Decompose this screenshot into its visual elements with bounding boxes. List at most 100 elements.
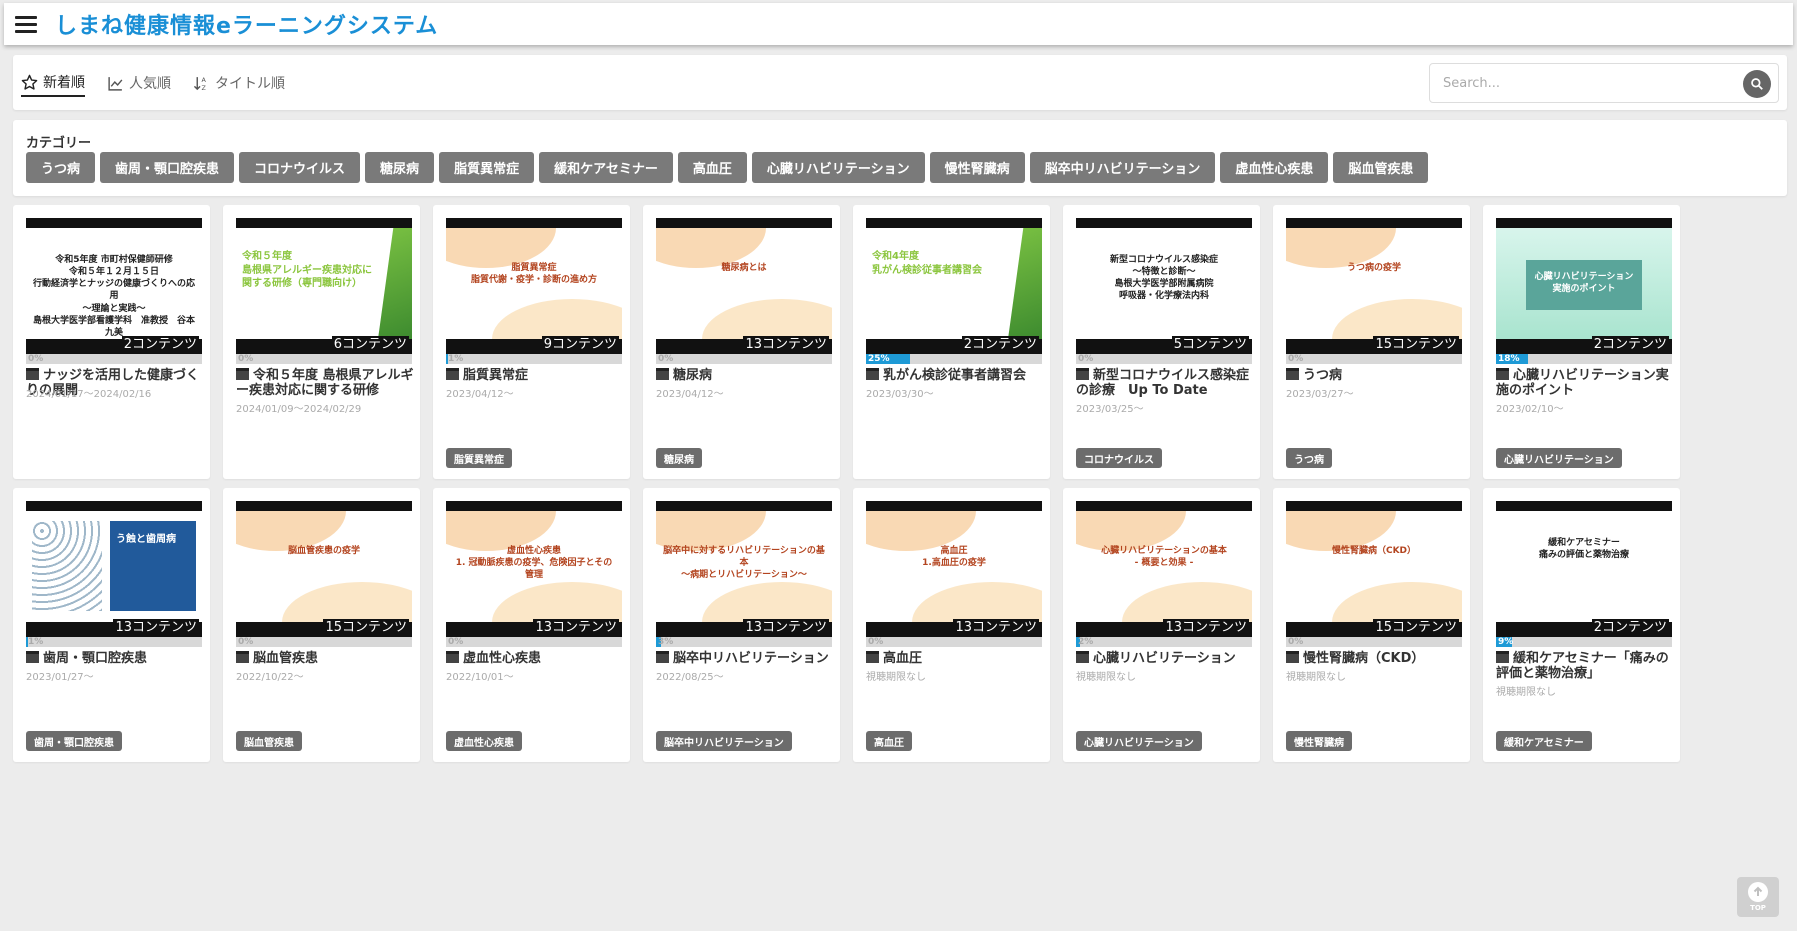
course-date: 2022/08/25～ (656, 672, 724, 683)
course-title[interactable]: 心臓リハビリテーション実施のポイント (1496, 368, 1674, 398)
course-card[interactable]: 令和4年度 乳がん検診従事者講習会 2コンテンツ 25% 乳がん検診従事者講習会 202… (853, 205, 1050, 479)
course-title[interactable]: 乳がん検診従事者講習会 (866, 368, 1044, 383)
course-title[interactable]: 心臓リハビリテーション (1076, 651, 1254, 666)
course-thumbnail[interactable]: 心臓リハビリテーション 実施のポイント 2コンテンツ (1496, 218, 1672, 354)
course-tag[interactable]: 緩和ケアセミナー (1496, 731, 1592, 751)
slide-text: 脂質異常症 脂質代謝・疫学・診断の進め方 (470, 263, 597, 286)
category-button[interactable]: 緩和ケアセミナー (539, 152, 673, 183)
course-title[interactable]: 歯周・顎口腔疾患 (26, 651, 204, 666)
content-count: 2コンテンツ (961, 336, 1039, 354)
course-title[interactable]: 高血圧 (866, 651, 1044, 666)
course-card[interactable]: 新型コロナウイルス感染症 ～特徴と診断～ 島根大学医学部附属病院 呼吸器・化学療… (1063, 205, 1260, 479)
sort-tab-newest[interactable]: 新着順 (21, 69, 85, 97)
course-tag[interactable]: 虚血性心疾患 (446, 731, 522, 751)
category-button[interactable]: 脳卒中リハビリテーション (1029, 152, 1216, 183)
course-title[interactable]: 虚血性心疾患 (446, 651, 624, 666)
search-button[interactable] (1743, 70, 1771, 98)
category-button[interactable]: 心臓リハビリテーション (751, 152, 925, 183)
category-button[interactable]: 脂質異常症 (439, 152, 535, 183)
course-title-text: 緩和ケアセミナー「痛みの評価と薬物治療」 (1496, 651, 1669, 681)
course-tag[interactable]: 脳卒中リハビリテーション (656, 731, 792, 751)
arrow-up-icon (1748, 882, 1768, 902)
category-button[interactable]: 高血圧 (677, 152, 747, 183)
progress-label: 0% (658, 354, 674, 364)
progress-bar: 9% (1496, 637, 1672, 647)
course-card[interactable]: 脳卒中に対するリハビリテーションの基本 ～病期とリハビリテーション～ 13コンテン… (643, 488, 840, 762)
course-title[interactable]: 緩和ケアセミナー「痛みの評価と薬物治療」 (1496, 651, 1674, 681)
course-tag[interactable]: 心臓リハビリテーション (1496, 448, 1622, 468)
course-thumbnail[interactable]: 脳卒中に対するリハビリテーションの基本 ～病期とリハビリテーション～ 13コンテン… (656, 501, 832, 637)
course-thumbnail[interactable]: 緩和ケアセミナー 痛みの評価と薬物治療 2コンテンツ (1496, 501, 1672, 637)
course-thumbnail[interactable]: う蝕と歯周病 13コンテンツ (26, 501, 202, 637)
course-tag[interactable]: うつ病 (1286, 448, 1332, 468)
category-button[interactable]: 糖尿病 (365, 152, 435, 183)
course-thumbnail[interactable]: 令和5年度 市町村保健師研修 令和５年１２月１５日 行動経済学とナッジの健康づく… (26, 218, 202, 354)
course-thumbnail[interactable]: 慢性腎臓病（CKD） 15コンテンツ (1286, 501, 1462, 637)
course-thumbnail[interactable]: うつ病の疫学 15コンテンツ (1286, 218, 1462, 354)
sort-tab-title[interactable]: AZ タイトル順 (193, 69, 285, 97)
course-tag[interactable]: コロナウイルス (1076, 448, 1162, 468)
course-card[interactable]: 高血圧 1.高血圧の疫学 13コンテンツ 0% 高血圧 視聴期限なし 高血圧 (853, 488, 1050, 762)
course-tag[interactable]: 脳血管疾患 (236, 731, 302, 751)
course-title-text: 脳血管疾患 (253, 651, 319, 666)
hamburger-icon[interactable] (15, 15, 37, 33)
course-title[interactable]: 脳卒中リハビリテーション (656, 651, 834, 666)
course-thumbnail[interactable]: 新型コロナウイルス感染症 ～特徴と診断～ 島根大学医学部附属病院 呼吸器・化学療… (1076, 218, 1252, 354)
course-card[interactable]: うつ病の疫学 15コンテンツ 0% うつ病 2023/03/27～ うつ病 (1273, 205, 1470, 479)
course-title[interactable]: 慢性腎臓病（CKD） (1286, 651, 1464, 666)
progress-label: 0% (238, 637, 254, 647)
course-title-text: 虚血性心疾患 (463, 651, 542, 666)
course-thumbnail[interactable]: 高血圧 1.高血圧の疫学 13コンテンツ (866, 501, 1042, 637)
slide-text: 令和５年度 島根県アレルギー疾患対応に 関する研修（専門職向け） (242, 251, 372, 289)
slide-preview: 虚血性心疾患 1. 冠動脈疾患の疫学、危険因子とその管理 (446, 511, 622, 622)
course-card[interactable]: 糖尿病とは 13コンテンツ 0% 糖尿病 2023/04/12～ 糖尿病 (643, 205, 840, 479)
category-button[interactable]: 慢性腎臓病 (929, 152, 1025, 183)
course-thumbnail[interactable]: 令和4年度 乳がん検診従事者講習会 2コンテンツ (866, 218, 1042, 354)
course-tag[interactable]: 高血圧 (866, 731, 912, 751)
course-thumbnail[interactable]: 糖尿病とは 13コンテンツ (656, 218, 832, 354)
course-card[interactable]: 心臓リハビリテーション 実施のポイント 2コンテンツ 18% 心臓リハビリテーション実… (1483, 205, 1680, 479)
course-title[interactable]: 糖尿病 (656, 368, 834, 383)
content-count: 5コンテンツ (1171, 336, 1249, 354)
svg-text:Z: Z (202, 83, 207, 91)
course-card[interactable]: 慢性腎臓病（CKD） 15コンテンツ 0% 慢性腎臓病（CKD） 視聴期限なし 慢性腎臓病 (1273, 488, 1470, 762)
course-card[interactable]: 令和5年度 市町村保健師研修 令和５年１２月１５日 行動経済学とナッジの健康づく… (13, 205, 210, 479)
content-count: 2コンテンツ (121, 336, 199, 354)
course-tag[interactable]: 脂質異常症 (446, 448, 512, 468)
course-thumbnail[interactable]: 虚血性心疾患 1. 冠動脈疾患の疫学、危険因子とその管理 13コンテンツ (446, 501, 622, 637)
course-thumbnail[interactable]: 令和５年度 島根県アレルギー疾患対応に 関する研修（専門職向け） 6コンテンツ (236, 218, 412, 354)
course-card[interactable]: 脂質異常症 脂質代謝・疫学・診断の進め方 9コンテンツ 1% 脂質異常症 2023/04… (433, 205, 630, 479)
course-card[interactable]: 虚血性心疾患 1. 冠動脈疾患の疫学、危険因子とその管理 13コンテンツ 0% 虚血性… (433, 488, 630, 762)
course-title[interactable]: 令和５年度 島根県アレルギー疾患対応に関する研修 (236, 368, 414, 398)
course-tag[interactable]: 歯周・顎口腔疾患 (26, 731, 122, 751)
course-tag[interactable]: 心臓リハビリテーション (1076, 731, 1202, 751)
course-title[interactable]: 脳血管疾患 (236, 651, 414, 666)
search-input[interactable] (1430, 64, 1730, 102)
category-heading: カテゴリー (26, 136, 92, 151)
course-tag[interactable]: 糖尿病 (656, 448, 702, 468)
site-title[interactable]: しまね健康情報eラーニングシステム (55, 8, 438, 40)
category-button[interactable]: 歯周・顎口腔疾患 (100, 152, 235, 183)
sort-tab-popular[interactable]: 人気順 (107, 69, 171, 97)
course-card[interactable]: 脳血管疾患の疫学 15コンテンツ 0% 脳血管疾患 2022/10/22～ 脳血管疾患 (223, 488, 420, 762)
category-button[interactable]: 虚血性心疾患 (1220, 152, 1329, 183)
course-card[interactable]: 緩和ケアセミナー 痛みの評価と薬物治療 2コンテンツ 9% 緩和ケアセミナー「痛みの評… (1483, 488, 1680, 762)
course-title[interactable]: 新型コロナウイルス感染症の診療 Up To Date (1076, 368, 1254, 398)
folder-icon (1496, 651, 1509, 663)
course-title[interactable]: 脂質異常症 (446, 368, 624, 383)
course-card[interactable]: 令和５年度 島根県アレルギー疾患対応に 関する研修（専門職向け） 6コンテンツ 0%… (223, 205, 420, 479)
category-button[interactable]: 脳血管疾患 (1333, 152, 1429, 183)
course-thumbnail[interactable]: 脳血管疾患の疫学 15コンテンツ (236, 501, 412, 637)
category-button[interactable]: うつ病 (26, 152, 96, 183)
slide-preview: 心臓リハビリテーション 実施のポイント (1496, 228, 1672, 339)
course-card[interactable]: 心臓リハビリテーションの基本 - 概要と効果 -13コンテンツ 2% 心臓リハビリテ… (1063, 488, 1260, 762)
course-card[interactable]: う蝕と歯周病 13コンテンツ 1% 歯周・顎口腔疾患 2023/01/27～ 歯周・顎口腔… (13, 488, 210, 762)
course-thumbnail[interactable]: 心臓リハビリテーションの基本 - 概要と効果 - 13コンテンツ (1076, 501, 1252, 637)
category-button[interactable]: コロナウイルス (239, 152, 361, 183)
course-thumbnail[interactable]: 脂質異常症 脂質代謝・疫学・診断の進め方 9コンテンツ (446, 218, 622, 354)
course-title[interactable]: うつ病 (1286, 368, 1464, 383)
course-tag[interactable]: 慢性腎臓病 (1286, 731, 1352, 751)
star-icon (21, 74, 38, 90)
course-grid: 令和5年度 市町村保健師研修 令和５年１２月１５日 行動経済学とナッジの健康づく… (13, 205, 1683, 762)
scroll-top-button[interactable]: TOP (1737, 877, 1779, 917)
